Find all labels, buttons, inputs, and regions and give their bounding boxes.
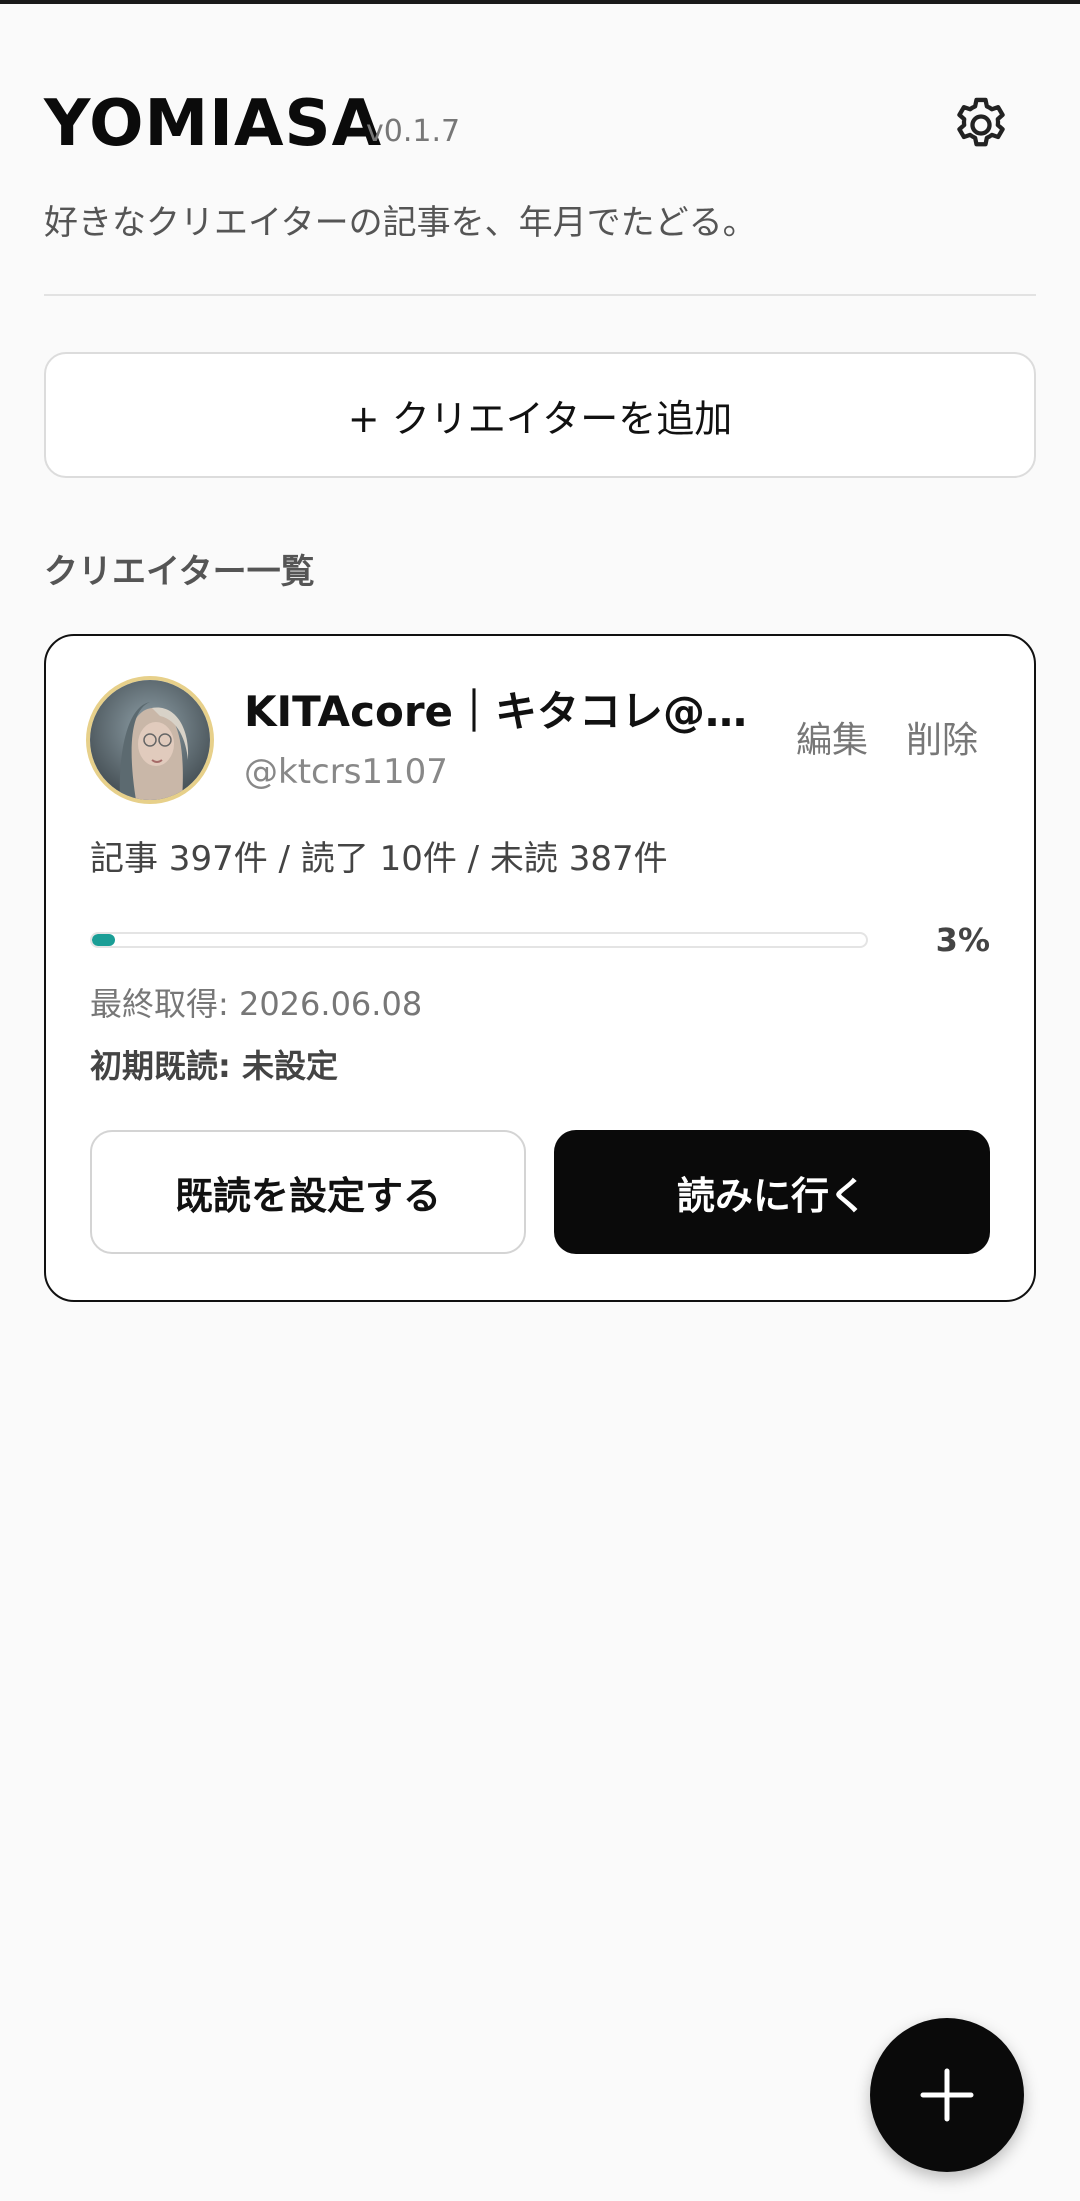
settings-button[interactable]	[946, 90, 1016, 160]
status-bar-line	[0, 0, 1080, 4]
progress-bar	[90, 932, 868, 948]
initial-read-status: 初期既読: 未設定	[90, 1047, 338, 1085]
section-title: クリエイター一覧	[44, 552, 315, 592]
edit-button[interactable]: 編集	[796, 718, 868, 764]
go-read-button[interactable]: 読みに行く	[554, 1130, 990, 1254]
creator-handle: @ktcrs1107	[244, 752, 448, 792]
app-title: YOMIASA	[44, 87, 383, 161]
plus-icon	[920, 2068, 974, 2122]
set-read-button[interactable]: 既読を設定する	[90, 1130, 526, 1254]
avatar	[86, 676, 214, 804]
app-subtitle: 好きなクリエイターの記事を、年月でたどる。	[44, 203, 757, 243]
creator-card: KITAcore｜キタコレ@… @ktcrs1107 編集 削除 記事 397件…	[44, 634, 1036, 1302]
delete-button[interactable]: 削除	[906, 718, 978, 764]
last-fetched: 最終取得: 2026.06.08	[90, 985, 423, 1023]
app-version: v0.1.7	[366, 114, 461, 149]
fab-add-button[interactable]	[870, 2018, 1024, 2172]
creator-name[interactable]: KITAcore｜キタコレ@…	[244, 684, 764, 740]
progress-percent: 3%	[935, 921, 990, 959]
gear-icon	[957, 97, 1005, 147]
divider	[44, 294, 1036, 296]
add-creator-button[interactable]: + クリエイターを追加	[44, 352, 1036, 478]
article-stats: 記事 397件 / 読了 10件 / 未読 387件	[90, 839, 668, 879]
progress-bar-fill	[92, 934, 116, 946]
